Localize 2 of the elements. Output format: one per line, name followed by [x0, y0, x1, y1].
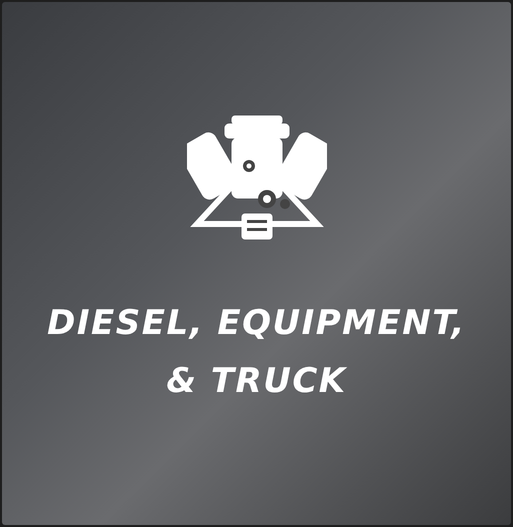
photo-background[interactable]: DIESEL, EQUIPMENT, & TRUCK	[2, 2, 511, 525]
tile-title: DIESEL, EQUIPMENT, & TRUCK	[46, 302, 467, 403]
